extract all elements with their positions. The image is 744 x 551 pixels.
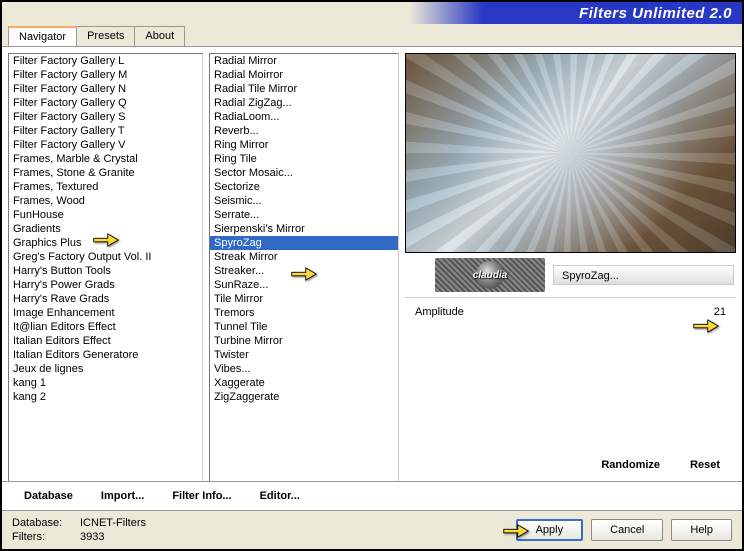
list-item[interactable]: Italian Editors Effect (9, 334, 202, 348)
list-item[interactable]: Sierpenski's Mirror (210, 222, 398, 236)
list-item[interactable]: Gradients (9, 222, 202, 236)
tab-bar: Navigator Presets About (2, 26, 742, 47)
list-item[interactable]: Seismic... (210, 194, 398, 208)
list-item[interactable]: Sector Mosaic... (210, 166, 398, 180)
list-item[interactable]: Frames, Textured (9, 180, 202, 194)
db-label: Database: (12, 517, 72, 529)
list-item[interactable]: Streaker... (210, 264, 398, 278)
list-item[interactable]: Tremors (210, 306, 398, 320)
list-item[interactable]: SunRaze... (210, 278, 398, 292)
list-item[interactable]: RadiaLoom... (210, 110, 398, 124)
list-item[interactable]: Graphics Plus (9, 236, 202, 250)
list-item[interactable]: Radial Mirror (210, 54, 398, 68)
window-title: Filters Unlimited 2.0 (579, 5, 732, 22)
list-item[interactable]: kang 2 (9, 390, 202, 404)
list-item[interactable]: Ring Mirror (210, 138, 398, 152)
list-item[interactable]: Filter Factory Gallery Q (9, 96, 202, 110)
import-button[interactable]: Import... (101, 490, 144, 502)
list-item[interactable]: Harry's Rave Grads (9, 292, 202, 306)
tab-about[interactable]: About (134, 26, 185, 46)
list-item[interactable]: Frames, Marble & Crystal (9, 152, 202, 166)
list-item[interactable]: Greg's Factory Output Vol. II (9, 250, 202, 264)
list-item[interactable]: Radial Moirror (210, 68, 398, 82)
tab-navigator[interactable]: Navigator (8, 26, 77, 46)
list-item[interactable]: Harry's Button Tools (9, 264, 202, 278)
list-item[interactable]: Radial Tile Mirror (210, 82, 398, 96)
list-item[interactable]: kang 1 (9, 376, 202, 390)
list-item[interactable]: Jeux de lignes (9, 362, 202, 376)
list-item[interactable]: Ring Tile (210, 152, 398, 166)
list-item[interactable]: Frames, Stone & Granite (9, 166, 202, 180)
tab-presets[interactable]: Presets (76, 26, 135, 46)
filters-count-label: Filters: (12, 531, 72, 543)
list-item[interactable]: Twister (210, 348, 398, 362)
database-button[interactable]: Database (24, 490, 73, 502)
category-list[interactable]: Filter Factory Gallery LFilter Factory G… (8, 53, 203, 481)
parameter-panel: Amplitude 21 (405, 297, 736, 451)
list-item[interactable]: Tunnel Tile (210, 320, 398, 334)
list-item[interactable]: Streak Mirror (210, 250, 398, 264)
author-stamp: claudia (435, 258, 545, 292)
randomize-button[interactable]: Randomize (601, 459, 660, 471)
preview-image (405, 53, 736, 253)
list-item[interactable]: Xaggerate (210, 376, 398, 390)
list-item[interactable]: Radial ZigZag... (210, 96, 398, 110)
list-item[interactable]: FunHouse (9, 208, 202, 222)
list-item[interactable]: ZigZaggerate (210, 390, 398, 404)
filter-info-button[interactable]: Filter Info... (172, 490, 231, 502)
editor-button[interactable]: Editor... (260, 490, 300, 502)
param-name: Amplitude (415, 306, 464, 318)
list-item[interactable]: Reverb... (210, 124, 398, 138)
current-filter-label: SpyroZag... (553, 265, 734, 285)
help-button[interactable]: Help (671, 519, 732, 541)
db-value: ICNET-Filters (80, 517, 146, 529)
list-item[interactable]: It@lian Editors Effect (9, 320, 202, 334)
list-item[interactable]: Frames, Wood (9, 194, 202, 208)
list-item[interactable]: Filter Factory Gallery S (9, 110, 202, 124)
list-item[interactable]: Turbine Mirror (210, 334, 398, 348)
list-item[interactable]: Image Enhancement (9, 306, 202, 320)
cancel-button[interactable]: Cancel (591, 519, 663, 541)
list-item[interactable]: Filter Factory Gallery L (9, 54, 202, 68)
list-item[interactable]: SpyroZag (210, 236, 398, 250)
list-item[interactable]: Filter Factory Gallery V (9, 138, 202, 152)
list-item[interactable]: Harry's Power Grads (9, 278, 202, 292)
apply-button[interactable]: Apply (516, 519, 584, 541)
list-item[interactable]: Serrate... (210, 208, 398, 222)
filter-list[interactable]: Radial MirrorRadial MoirrorRadial Tile M… (209, 53, 399, 481)
list-item[interactable]: Sectorize (210, 180, 398, 194)
filters-count-value: 3933 (80, 531, 104, 543)
param-value[interactable]: 21 (714, 306, 726, 318)
list-item[interactable]: Filter Factory Gallery T (9, 124, 202, 138)
list-item[interactable]: Vibes... (210, 362, 398, 376)
list-item[interactable]: Filter Factory Gallery M (9, 68, 202, 82)
list-item[interactable]: Italian Editors Generatore (9, 348, 202, 362)
reset-button[interactable]: Reset (690, 459, 720, 471)
titlebar: Filters Unlimited 2.0 (2, 2, 742, 24)
list-item[interactable]: Tile Mirror (210, 292, 398, 306)
list-item[interactable]: Filter Factory Gallery N (9, 82, 202, 96)
